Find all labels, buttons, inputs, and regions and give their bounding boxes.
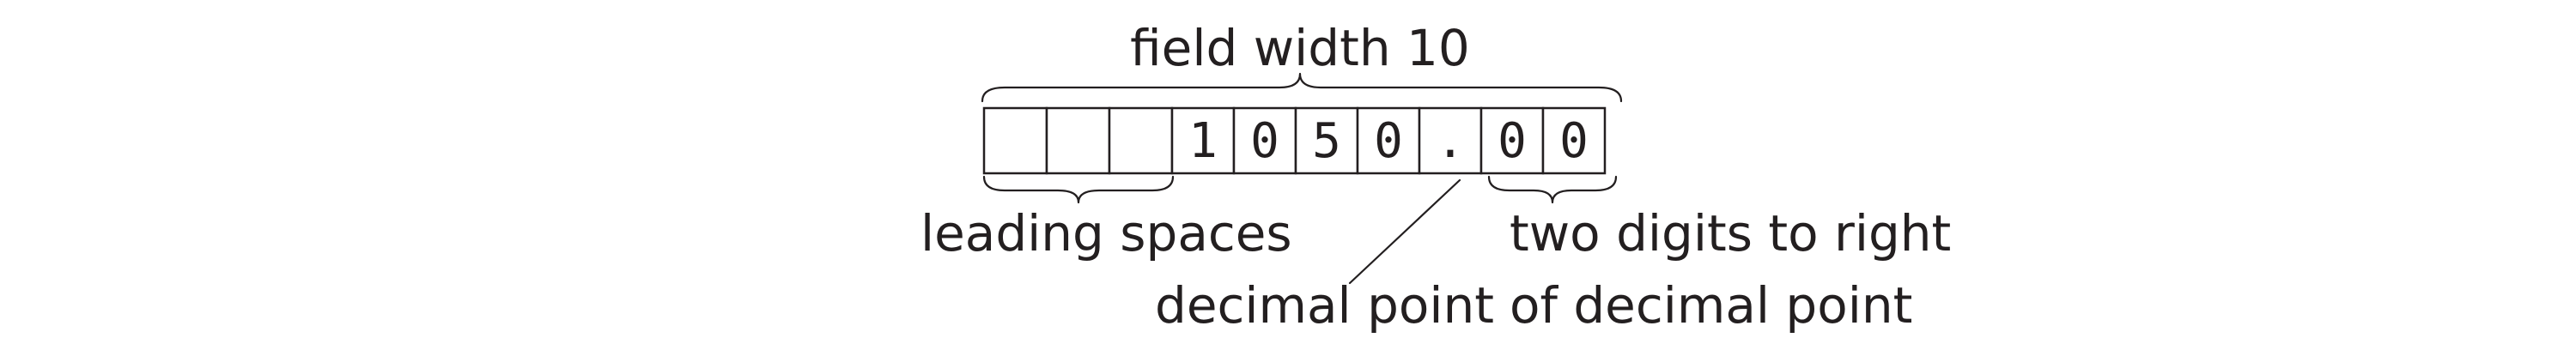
decimal-point-label: decimal point <box>1155 276 1494 335</box>
right-digits-brace <box>1487 175 1618 204</box>
field-width-label: field width 10 <box>1130 19 1470 77</box>
right-digits-label-line1: two digits to right <box>1510 204 1951 262</box>
cell-1 <box>1045 106 1111 175</box>
cell-char-7: . <box>1436 113 1465 169</box>
leading-spaces-brace <box>982 175 1175 204</box>
cell-char-3: 1 <box>1188 113 1218 169</box>
cell-0 <box>982 106 1048 175</box>
cell-char-4: 0 <box>1250 113 1279 169</box>
right-digits-label-line2: of decimal point <box>1510 276 1912 335</box>
cell-char-8: 0 <box>1498 113 1527 169</box>
field-width-brace <box>981 72 1623 103</box>
cell-2 <box>1108 106 1174 175</box>
cell-char-5: 5 <box>1312 113 1341 169</box>
decimal-point-pointer <box>1348 178 1461 285</box>
cell-char-9: 0 <box>1559 113 1589 169</box>
character-cells: 1050.00 <box>982 106 1607 175</box>
leading-spaces-label: leading spaces <box>920 204 1292 262</box>
cell-char-6: 0 <box>1374 113 1403 169</box>
field-width-diagram: field width 10 1050.00 leading spaces de… <box>920 19 1951 335</box>
